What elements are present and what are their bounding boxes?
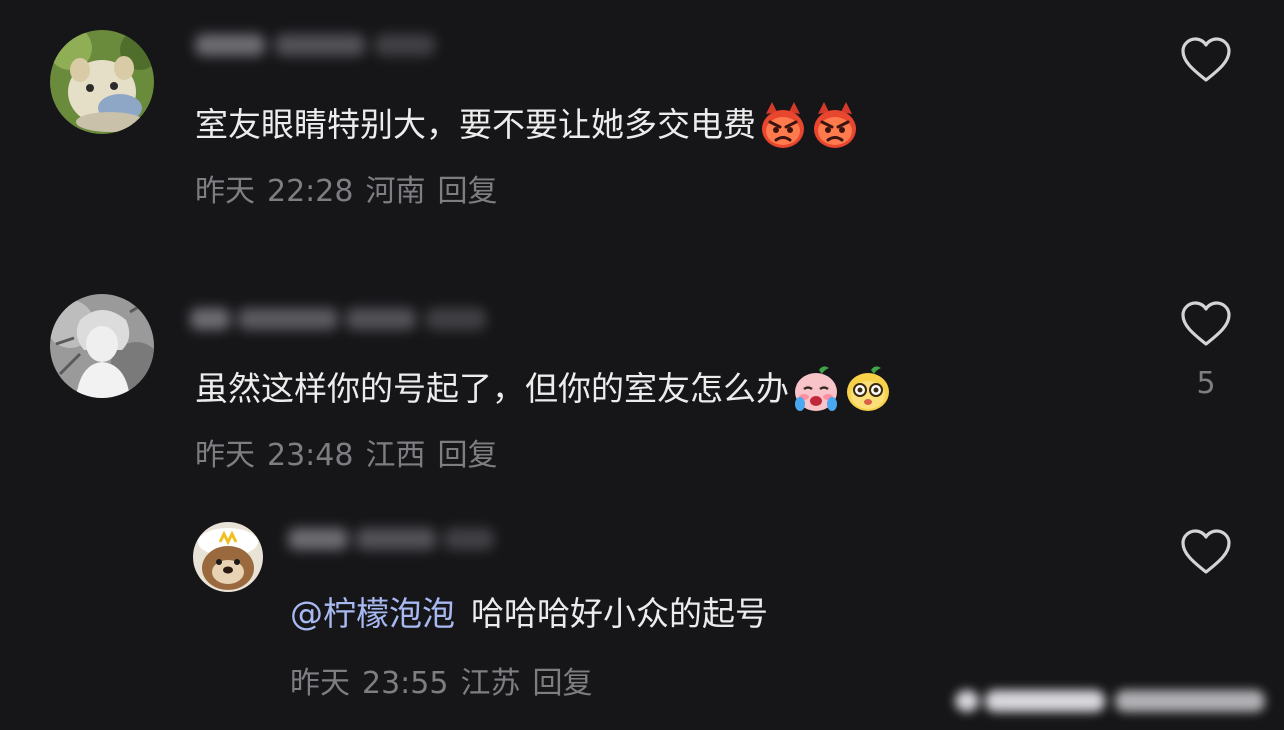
comment-meta: 昨天 23:48 江西 回复 bbox=[195, 436, 497, 476]
heart-outline-icon[interactable] bbox=[1180, 36, 1232, 84]
comment-text: 虽然这样你的号起了，但你的室友怎么办 bbox=[195, 364, 893, 414]
username-redacted[interactable] bbox=[195, 28, 495, 64]
username-redacted[interactable] bbox=[288, 522, 588, 558]
avatar[interactable] bbox=[50, 294, 154, 398]
comment-time: 23:55 bbox=[362, 666, 449, 701]
reply-meta: 昨天 23:55 江苏 回复 bbox=[290, 664, 592, 704]
angry-devil-emoji bbox=[762, 102, 804, 148]
dizzy-face-emoji bbox=[847, 366, 889, 411]
reply-button[interactable]: 回复 bbox=[437, 438, 497, 473]
comment-time: 22:28 bbox=[267, 174, 354, 209]
comment-date: 昨天 bbox=[195, 438, 255, 473]
comment-thread: 室友眼睛特别大，要不要让她多交电费 昨天 22:28 河南 回复 虽然这样你的号… bbox=[0, 0, 1284, 730]
watermark-redacted bbox=[955, 684, 1275, 718]
comment-location: 江西 bbox=[365, 438, 426, 473]
reply-button[interactable]: 回复 bbox=[437, 174, 497, 209]
comment-location: 江苏 bbox=[460, 666, 521, 701]
like-count: 5 bbox=[1196, 366, 1216, 401]
heart-outline-icon[interactable] bbox=[1180, 300, 1232, 348]
comment-text: 室友眼睛特别大，要不要让她多交电费 bbox=[195, 100, 860, 150]
crying-emoji bbox=[795, 366, 837, 411]
comment-date: 昨天 bbox=[195, 174, 255, 209]
comment-date: 昨天 bbox=[290, 666, 350, 701]
username-redacted[interactable] bbox=[190, 302, 490, 338]
comment-time: 23:48 bbox=[267, 438, 354, 473]
mention-link[interactable]: @柠檬泡泡 bbox=[290, 592, 455, 636]
reply-button[interactable]: 回复 bbox=[532, 666, 592, 701]
avatar[interactable] bbox=[50, 30, 154, 134]
heart-outline-icon[interactable] bbox=[1180, 528, 1232, 576]
reply-text: @柠檬泡泡 哈哈哈好小众的起号 bbox=[290, 592, 768, 636]
avatar[interactable] bbox=[193, 522, 263, 592]
comment-meta: 昨天 22:28 河南 回复 bbox=[195, 172, 497, 212]
angry-devil-emoji bbox=[814, 102, 856, 148]
comment-location: 河南 bbox=[365, 174, 426, 209]
